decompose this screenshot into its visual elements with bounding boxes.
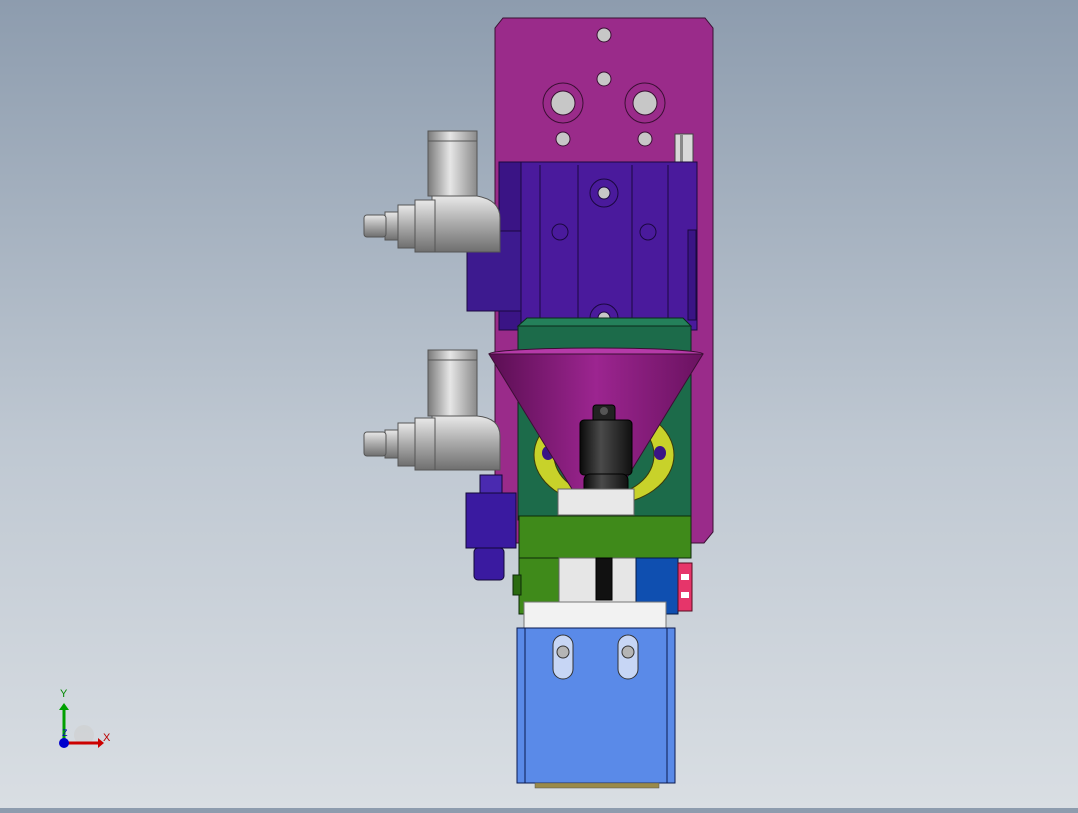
pneumatic-fitting-icon[interactable] — [363, 130, 501, 253]
triad-x-label: X — [103, 732, 111, 744]
model-canvas[interactable] — [0, 0, 1078, 808]
cylinder-body[interactable] — [498, 161, 698, 333]
triad-z-label: Z — [62, 728, 68, 738]
pink-tab[interactable] — [677, 562, 693, 612]
shelf — [557, 488, 635, 516]
gripper-plate — [523, 601, 667, 631]
gripper-body[interactable] — [516, 627, 676, 789]
triad-z-axis — [59, 738, 69, 748]
coordinate-triad — [59, 703, 104, 748]
triad-y-label: Y — [60, 688, 68, 700]
graphics-viewport[interactable] — [0, 0, 1078, 808]
pneumatic-fitting-icon[interactable] — [363, 349, 501, 471]
